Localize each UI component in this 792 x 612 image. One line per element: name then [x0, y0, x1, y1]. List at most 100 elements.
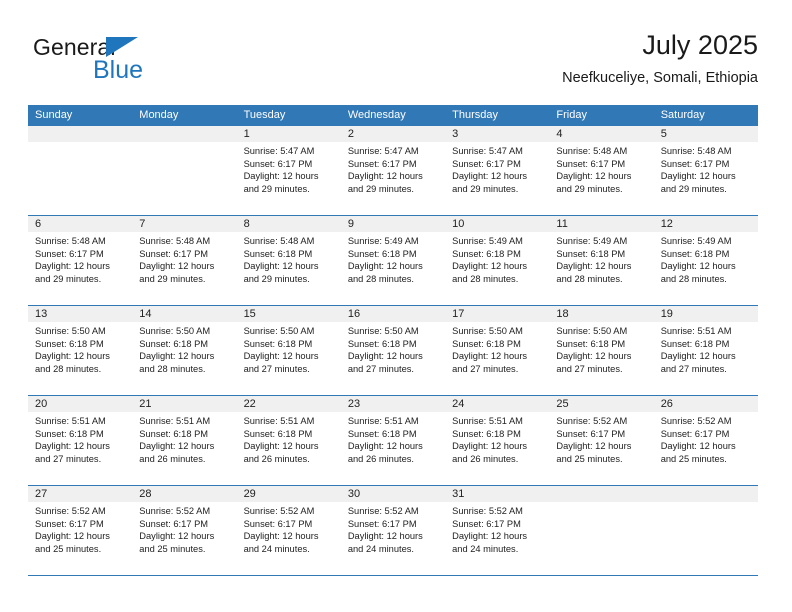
day-number: 7: [132, 216, 237, 232]
sunrise-text: Sunrise: 5:49 AM: [452, 236, 523, 246]
daylight-text-line2: and 27 minutes.: [452, 363, 519, 374]
day-details: Sunrise: 5:47 AM Sunset: 6:17 PM Daylight:…: [445, 142, 549, 195]
daylight-text-line2: and 24 minutes.: [347, 543, 414, 554]
calendar-day-cell[interactable]: 22 Sunrise: 5:51 AM Sunset: 6:18 PM Dayligh…: [236, 396, 341, 485]
daylight-text-line2: and 27 minutes.: [556, 363, 623, 374]
daylight-text-line1: Daylight: 12 hours: [243, 441, 319, 452]
calendar-day-cell[interactable]: 4 Sunrise: 5:48 AM Sunset: 6:17 PM Daylight…: [549, 126, 654, 215]
sunset-text: Sunset: 6:17 PM: [35, 518, 104, 529]
calendar-day-cell[interactable]: 8 Sunrise: 5:48 AM Sunset: 6:18 PM Daylight…: [236, 216, 341, 305]
sunset-text: Sunset: 6:18 PM: [243, 338, 313, 349]
daylight-text-line1: Daylight: 12 hours: [556, 261, 632, 272]
calendar-day-cell[interactable]: 10 Sunrise: 5:49 AM Sunset: 6:18 PM Dayligh…: [445, 216, 550, 305]
calendar-day-cell[interactable]: 13 Sunrise: 5:50 AM Sunset: 6:18 PM Dayligh…: [28, 306, 133, 395]
daylight-text-line2: and 29 minutes.: [660, 183, 727, 194]
calendar-week-row: 13 Sunrise: 5:50 AM Sunset: 6:18 PM Dayligh…: [28, 306, 758, 396]
daylight-text-line1: Daylight: 12 hours: [243, 351, 319, 362]
day-details: Sunrise: 5:47 AM Sunset: 6:17 PM Daylight:…: [237, 142, 341, 195]
daylight-text-line1: Daylight: 12 hours: [347, 531, 423, 542]
calendar-day-cell[interactable]: 5 Sunrise: 5:48 AM Sunset: 6:17 PM Daylight…: [653, 126, 758, 215]
page-title: July 2025: [642, 30, 758, 60]
sunset-text: Sunset: 6:18 PM: [347, 248, 417, 259]
sunrise-text: Sunrise: 5:47 AM: [243, 146, 315, 156]
calendar-week-row: 6 Sunrise: 5:48 AM Sunset: 6:17 PM Daylight…: [28, 216, 758, 306]
sunrise-text: Sunrise: 5:51 AM: [243, 416, 315, 426]
calendar-weeks: 1 Sunrise: 5:47 AM Sunset: 6:17 PM Daylight…: [28, 126, 758, 576]
sunrise-text: Sunrise: 5:48 AM: [35, 236, 106, 246]
daylight-text-line2: and 28 minutes.: [139, 363, 206, 374]
daylight-text-line2: and 28 minutes.: [452, 273, 519, 284]
sunrise-text: Sunrise: 5:51 AM: [660, 326, 732, 336]
sunset-text: Sunset: 6:18 PM: [35, 428, 104, 439]
sunset-text: Sunset: 6:18 PM: [452, 338, 521, 349]
calendar-day-cell[interactable]: 29 Sunrise: 5:52 AM Sunset: 6:17 PM Dayligh…: [236, 486, 341, 575]
day-details: Sunrise: 5:48 AM Sunset: 6:17 PM Daylight:…: [132, 232, 236, 285]
sunrise-text: Sunrise: 5:52 AM: [243, 506, 315, 516]
daylight-text-line2: and 28 minutes.: [35, 363, 102, 374]
calendar-day-cell[interactable]: 23 Sunrise: 5:51 AM Sunset: 6:18 PM Dayligh…: [340, 396, 446, 485]
sunrise-text: Sunrise: 5:52 AM: [35, 506, 106, 516]
calendar-day-cell[interactable]: 30 Sunrise: 5:52 AM Sunset: 6:17 PM Dayligh…: [340, 486, 446, 575]
calendar-day-cell[interactable]: 18 Sunrise: 5:50 AM Sunset: 6:18 PM Dayligh…: [549, 306, 654, 395]
sunrise-text: Sunrise: 5:48 AM: [139, 236, 211, 246]
weekday-header-friday: Friday: [556, 109, 587, 121]
calendar-day-cell[interactable]: 20 Sunrise: 5:51 AM Sunset: 6:18 PM Dayligh…: [28, 396, 133, 485]
calendar-day-cell[interactable]: 19 Sunrise: 5:51 AM Sunset: 6:18 PM Dayligh…: [653, 306, 758, 395]
daylight-text-line1: Daylight: 12 hours: [660, 171, 736, 182]
calendar-day-cell-empty: [132, 126, 237, 215]
sunrise-text: Sunrise: 5:51 AM: [139, 416, 211, 426]
day-number: 29: [236, 486, 341, 502]
calendar-day-cell[interactable]: 26 Sunrise: 5:52 AM Sunset: 6:17 PM Dayligh…: [653, 396, 758, 485]
calendar-day-cell[interactable]: 25 Sunrise: 5:52 AM Sunset: 6:17 PM Dayligh…: [549, 396, 654, 485]
sunset-text: Sunset: 6:17 PM: [243, 158, 313, 169]
calendar-day-cell[interactable]: 27 Sunrise: 5:52 AM Sunset: 6:17 PM Dayligh…: [28, 486, 133, 575]
calendar-day-cell[interactable]: 17 Sunrise: 5:50 AM Sunset: 6:18 PM Dayligh…: [445, 306, 550, 395]
sunrise-text: Sunrise: 5:52 AM: [347, 506, 419, 516]
calendar-day-cell[interactable]: 12 Sunrise: 5:49 AM Sunset: 6:18 PM Dayligh…: [653, 216, 758, 305]
day-details: Sunrise: 5:48 AM Sunset: 6:17 PM Daylight:…: [654, 142, 758, 195]
sunset-text: Sunset: 6:17 PM: [347, 158, 417, 169]
day-number: 21: [132, 396, 237, 412]
daylight-text-line1: Daylight: 12 hours: [35, 351, 110, 362]
weekday-header-tuesday: Tuesday: [243, 109, 286, 121]
daylight-text-line1: Daylight: 12 hours: [660, 441, 736, 452]
daylight-text-line2: and 29 minutes.: [347, 183, 414, 194]
daylight-text-line2: and 29 minutes.: [556, 183, 623, 194]
daylight-text-line2: and 24 minutes.: [243, 543, 310, 554]
calendar-day-cell[interactable]: 31 Sunrise: 5:52 AM Sunset: 6:17 PM Dayligh…: [445, 486, 550, 575]
weekday-header-sunday: Sunday: [35, 109, 73, 121]
calendar-day-cell[interactable]: 21 Sunrise: 5:51 AM Sunset: 6:18 PM Dayligh…: [132, 396, 237, 485]
daylight-text-line1: Daylight: 12 hours: [35, 441, 110, 452]
calendar-day-cell[interactable]: 7 Sunrise: 5:48 AM Sunset: 6:17 PM Daylight…: [132, 216, 237, 305]
calendar-day-cell[interactable]: 3 Sunrise: 5:47 AM Sunset: 6:17 PM Daylight…: [445, 126, 550, 215]
sunset-text: Sunset: 6:18 PM: [452, 248, 521, 259]
daylight-text-line1: Daylight: 12 hours: [556, 351, 632, 362]
weekday-header-row: Sunday Monday Tuesday Wednesday Thursday…: [28, 105, 758, 126]
daylight-text-line1: Daylight: 12 hours: [139, 351, 215, 362]
page-subtitle: Neefkuceliye, Somali, Ethiopia: [562, 70, 758, 86]
calendar-day-cell[interactable]: 24 Sunrise: 5:51 AM Sunset: 6:18 PM Dayligh…: [445, 396, 550, 485]
daylight-text-line1: Daylight: 12 hours: [452, 351, 528, 362]
calendar-day-cell[interactable]: 14 Sunrise: 5:50 AM Sunset: 6:18 PM Dayligh…: [132, 306, 237, 395]
sunrise-text: Sunrise: 5:52 AM: [452, 506, 523, 516]
day-details: Sunrise: 5:50 AM Sunset: 6:18 PM Daylight:…: [28, 322, 132, 375]
day-number: 26: [653, 396, 758, 412]
sunset-text: Sunset: 6:17 PM: [139, 248, 209, 259]
calendar-day-cell[interactable]: 11 Sunrise: 5:49 AM Sunset: 6:18 PM Dayligh…: [549, 216, 654, 305]
day-details: Sunrise: 5:49 AM Sunset: 6:18 PM Daylight:…: [445, 232, 549, 285]
general-blue-logo[interactable]: General Blue: [33, 34, 208, 92]
sunrise-text: Sunrise: 5:50 AM: [347, 326, 419, 336]
daylight-text-line2: and 28 minutes.: [347, 273, 414, 284]
day-details: Sunrise: 5:50 AM Sunset: 6:18 PM Daylight:…: [341, 322, 445, 375]
calendar-day-cell[interactable]: 16 Sunrise: 5:50 AM Sunset: 6:18 PM Dayligh…: [340, 306, 446, 395]
day-number: 9: [340, 216, 446, 232]
calendar-day-cell[interactable]: 9 Sunrise: 5:49 AM Sunset: 6:18 PM Daylight…: [340, 216, 446, 305]
calendar-day-cell[interactable]: 6 Sunrise: 5:48 AM Sunset: 6:17 PM Daylight…: [28, 216, 133, 305]
sunset-text: Sunset: 6:17 PM: [660, 158, 730, 169]
calendar-day-cell[interactable]: 1 Sunrise: 5:47 AM Sunset: 6:17 PM Daylight…: [236, 126, 341, 215]
sunrise-text: Sunrise: 5:48 AM: [556, 146, 628, 156]
sunset-text: Sunset: 6:17 PM: [452, 518, 521, 529]
calendar-day-cell[interactable]: 2 Sunrise: 5:47 AM Sunset: 6:17 PM Daylight…: [340, 126, 446, 215]
calendar-day-cell[interactable]: 28 Sunrise: 5:52 AM Sunset: 6:17 PM Dayligh…: [132, 486, 237, 575]
calendar-day-cell[interactable]: 15 Sunrise: 5:50 AM Sunset: 6:18 PM Dayligh…: [236, 306, 341, 395]
